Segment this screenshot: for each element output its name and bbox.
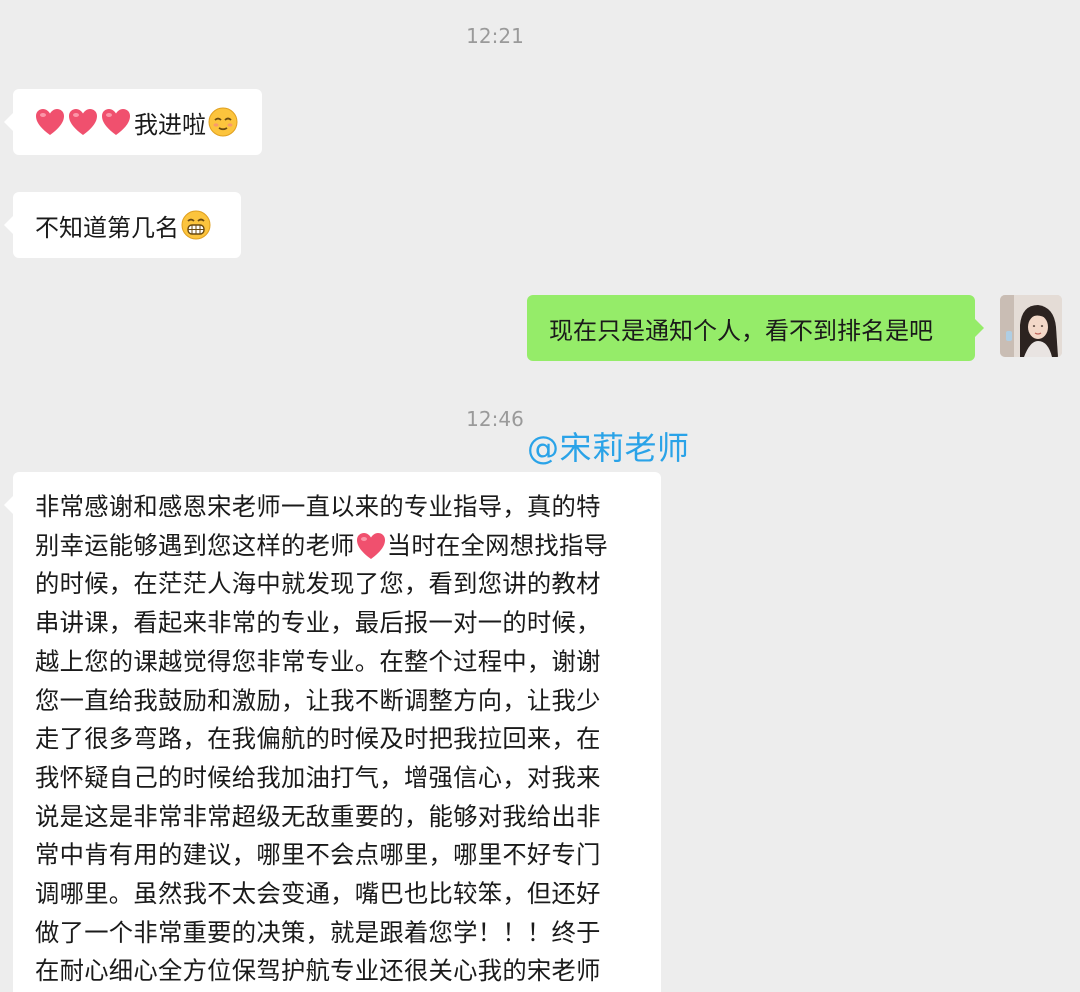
message-line: 别幸运能够遇到您这样的老师 当时在全网想找指导 [35,527,637,566]
timestamp: 12:21 [466,24,524,48]
heart-icon [35,108,65,136]
message-bubble[interactable]: 不知道第几名 [4,192,241,258]
message-line-text: 当时在全网想找指导 [386,530,609,560]
relieved-face-icon [208,107,238,137]
message-line: 做了一个非常重要的决策，就是跟着您学！！！终于 [35,917,601,947]
message-line: 常中肯有用的建议，哪里不会点哪里，哪里不好专门 [35,840,601,870]
message-line: 走了很多弯路，在我偏航的时候及时把我拉回来，在 [35,724,601,754]
message-line: 您一直给我鼓励和激励，让我不断调整方向，让我少 [35,685,601,715]
message-text: 我进啦 [134,110,206,139]
heart-icon [356,532,386,560]
message-bubble[interactable]: 我进啦 [4,89,262,155]
message-text: 不知道第几名 [35,213,179,242]
timestamp: 12:46 [466,407,524,431]
message-line: 说是这是非常非常超级无敌重要的，能够对我给出非 [35,801,601,831]
message-bubble-outgoing[interactable]: 现在只是通知个人，看不到排名是吧 [527,295,984,361]
message-line: 非常感谢和感恩宋老师一直以来的专业指导，真的特 [35,492,601,521]
heart-icon [68,108,98,136]
watermark: @宋莉老师 [527,429,690,467]
grinning-face-icon [181,210,211,240]
message-line: 的时候，在茫茫人海中就发现了您，看到您讲的教材 [35,569,601,599]
message-text: 现在只是通知个人，看不到排名是吧 [549,316,933,345]
heart-icon [101,108,131,136]
message-line-text: 别幸运能够遇到您这样的老师 [35,530,355,560]
message-line: 调哪里。虽然我不太会变通，嘴巴也比较笨，但还好 [35,879,601,909]
user-avatar[interactable] [1000,295,1062,357]
message-line: 我怀疑自己的时候给我加油打气，增强信心，对我来 [35,762,601,792]
message-line: 越上您的课越觉得您非常专业。在整个过程中，谢谢 [35,646,601,676]
message-line: 在耐心细心全方位保驾护航专业还很关心我的宋老师 [35,956,601,986]
message-bubble[interactable]: 非常感谢和感恩宋老师一直以来的专业指导，真的特 别幸运能够遇到您这样的老师 当时… [4,472,661,992]
message-line: 串讲课，看起来非常的专业，最后报一对一的时候， [35,608,601,638]
